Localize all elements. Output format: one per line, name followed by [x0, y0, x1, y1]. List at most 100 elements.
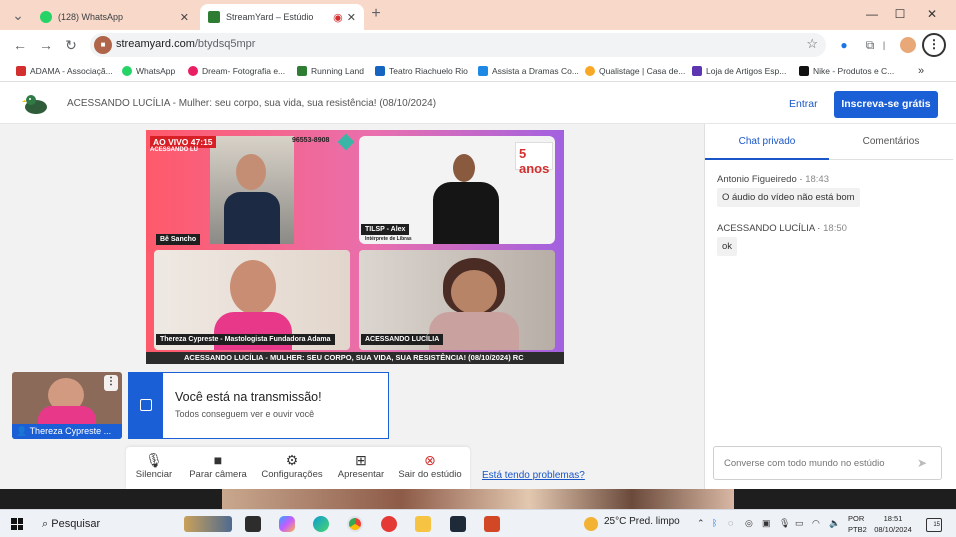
wifi-icon[interactable]: ◠	[812, 518, 820, 529]
bookmark-label: Qualistage | Casa de...	[599, 66, 686, 76]
tray-app-icon[interactable]: ◎	[745, 518, 753, 529]
feed-name-label: TILSP - Alex	[361, 224, 410, 235]
tab-streamyard[interactable]: StreamYard – Estúdio ◉ ✕	[200, 4, 364, 30]
message-meta: Antonio Figueiredo · 18:43	[717, 174, 829, 185]
chevron-up-icon[interactable]: ⌃	[697, 518, 705, 529]
bookmark-item[interactable]: Loja de Artigos Esp...	[692, 63, 786, 79]
tray-app-icon[interactable]: ▣	[762, 518, 771, 529]
tab-comments[interactable]: Comentários	[829, 124, 953, 160]
close-window-button[interactable]: ✕	[918, 4, 946, 24]
app-icon[interactable]	[381, 516, 397, 532]
bookmark-item[interactable]: WhatsApp	[122, 63, 175, 79]
chrome-icon[interactable]	[347, 516, 363, 532]
diamond-icon	[337, 133, 355, 151]
camera-permission-icon[interactable]: ■	[94, 36, 112, 54]
participant-figure	[230, 260, 276, 314]
powerpoint-icon[interactable]	[484, 516, 500, 532]
bookmark-star-icon[interactable]: ☆	[806, 36, 818, 52]
more-options-icon[interactable]: ⋮	[104, 375, 118, 391]
bookmark-item[interactable]: Nike - Produtos e C...	[799, 63, 894, 79]
bookmark-label: Loja de Artigos Esp...	[706, 66, 787, 76]
start-windows-icon[interactable]	[11, 518, 23, 530]
streamyard-icon	[208, 11, 220, 23]
back-button[interactable]: ←	[10, 35, 30, 55]
more-bookmarks-icon[interactable]: »	[918, 63, 924, 79]
copilot-icon[interactable]	[279, 516, 295, 532]
tab-search-icon[interactable]: ⌄	[8, 5, 28, 25]
task-view-icon[interactable]	[245, 516, 261, 532]
url-path: /btydsq5mpr	[194, 38, 256, 50]
keyboard-layout: PTB2	[848, 525, 867, 534]
bookmark-label: Nike - Produtos e C...	[813, 66, 895, 76]
bookmark-label: WhatsApp	[136, 66, 176, 76]
location-icon[interactable]: ●	[836, 37, 852, 53]
present-button[interactable]: ⊞ Apresentar	[334, 451, 388, 480]
tab-private-chat[interactable]: Chat privado	[705, 124, 829, 160]
mute-button[interactable]: 🎙 Silenciar	[132, 451, 176, 480]
message-time: 18:43	[805, 174, 829, 185]
login-button[interactable]: Entrar	[789, 98, 818, 110]
dream-icon	[188, 66, 198, 76]
search-label: Pesquisar	[51, 518, 101, 530]
close-icon[interactable]: ✕	[180, 11, 189, 24]
maximize-button[interactable]: ☐	[886, 4, 914, 24]
tray-app-icon[interactable]: ◌	[728, 518, 733, 528]
language-indicator[interactable]: POR PTB2	[848, 513, 867, 535]
video-feed[interactable]	[210, 136, 294, 244]
bookmark-item[interactable]: Running Land	[297, 63, 364, 79]
browser-menu-button[interactable]: ⋮	[922, 33, 946, 57]
profile-avatar[interactable]	[900, 37, 916, 53]
video-feed[interactable]: 5 anos TILSP - Alex Intérprete de Libras	[359, 136, 555, 244]
signup-button[interactable]: Inscreva-se grátis	[834, 91, 938, 118]
self-view-name: 👤 Thereza Cypreste ...	[12, 424, 122, 439]
stop-camera-button[interactable]: ■ Parar câmera	[186, 451, 250, 480]
send-icon[interactable]: ➤	[917, 456, 927, 470]
battery-icon[interactable]: ▭	[795, 518, 804, 529]
teatro-icon	[375, 66, 385, 76]
taskbar-search[interactable]: ⌕ Pesquisar	[36, 514, 170, 534]
bookmark-item[interactable]: Dream- Fotografia e...	[188, 63, 285, 79]
broadcast-icon	[140, 399, 152, 411]
self-view-thumbnail[interactable]: ⋮ 👤 Thereza Cypreste ...	[12, 372, 122, 439]
feed-name-label: Bê Sancho	[156, 234, 201, 245]
tab-whatsapp[interactable]: (128) WhatsApp ✕	[32, 4, 197, 30]
volume-icon[interactable]: 🔈	[829, 518, 840, 529]
feed-name-label: Thereza Cypreste - Mastologista Fundador…	[156, 334, 335, 345]
minimize-button[interactable]: —	[858, 4, 886, 24]
video-feed[interactable]: Thereza Cypreste - Mastologista Fundador…	[154, 250, 350, 350]
tab-title: (128) WhatsApp	[58, 12, 124, 22]
settings-label: Configurações	[261, 469, 323, 480]
bookmark-item[interactable]: Teatro Riachuelo Rio	[375, 63, 468, 79]
forward-button[interactable]: →	[36, 35, 56, 55]
bookmark-item[interactable]: Qualistage | Casa de...	[585, 63, 685, 79]
having-problems-link[interactable]: Está tendo problemas?	[482, 470, 585, 481]
waves-app-icon[interactable]	[450, 516, 466, 532]
microphone-icon[interactable]: 🎙	[779, 518, 790, 529]
notifications-icon[interactable]: 15	[926, 518, 942, 532]
language-code: POR	[848, 514, 865, 523]
bookmark-item[interactable]: Assista a Dramas Co...	[478, 63, 579, 79]
divider-icon: |	[882, 40, 886, 50]
message-text: O áudio do vídeo não está bom	[717, 188, 860, 207]
file-explorer-icon[interactable]	[415, 516, 431, 532]
edge-icon[interactable]	[313, 516, 329, 532]
close-icon[interactable]: ✕	[347, 11, 356, 24]
badge-text: 5 anos	[519, 146, 550, 176]
bluetooth-icon[interactable]: ᛒ	[712, 518, 717, 528]
bookmark-item[interactable]: ADAMA - Associaçã...	[16, 63, 113, 79]
desktop-background	[0, 489, 956, 509]
settings-button[interactable]: ⚙ Configurações	[258, 451, 326, 480]
address-bar[interactable]: ■ streamyard.com/btydsq5mpr ☆	[90, 33, 826, 57]
news-widget-icon[interactable]	[184, 516, 232, 532]
chat-input[interactable]	[713, 446, 942, 480]
reload-button[interactable]: ↻	[61, 35, 81, 55]
mute-label: Silenciar	[135, 469, 173, 480]
new-tab-button[interactable]: +	[366, 4, 386, 24]
leave-studio-button[interactable]: ⊗ Sair do estúdio	[394, 451, 466, 480]
weather-text[interactable]: 25°C Pred. limpo	[604, 516, 680, 527]
clock[interactable]: 18:51 08/10/2024	[874, 513, 912, 535]
loja-icon	[692, 66, 702, 76]
video-feed[interactable]: ACESSANDO LUCÍLIA	[359, 250, 555, 350]
camera-icon: ■	[213, 452, 223, 468]
url-host: streamyard.com	[116, 38, 195, 50]
